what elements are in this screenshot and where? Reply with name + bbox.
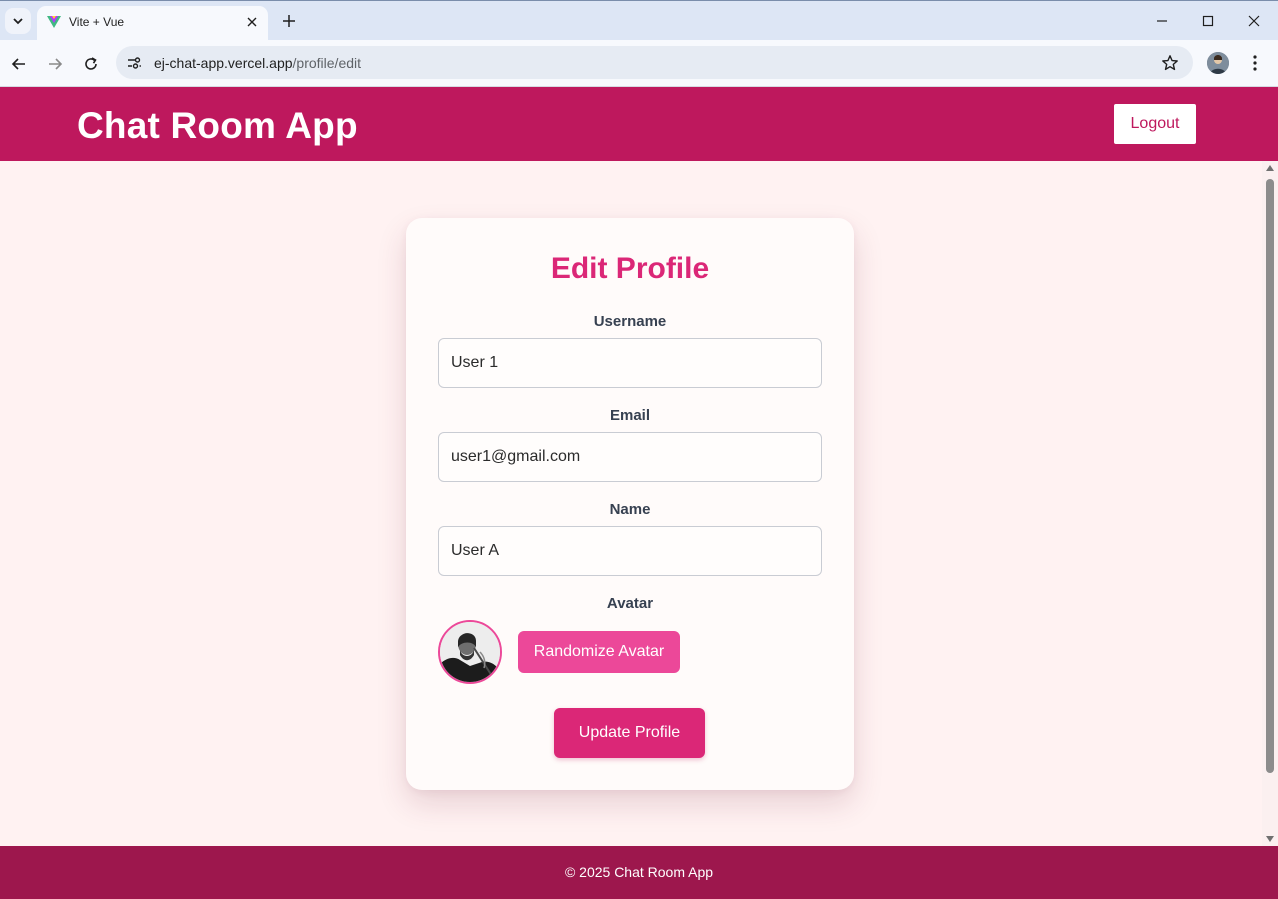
- back-icon: [11, 58, 25, 70]
- email-input[interactable]: [438, 432, 822, 482]
- profile-icon: [1207, 52, 1229, 74]
- new-tab-button[interactable]: [279, 11, 299, 31]
- minimize-button[interactable]: [1150, 9, 1174, 33]
- randomize-avatar-button[interactable]: Randomize Avatar: [518, 631, 680, 673]
- name-input[interactable]: [438, 526, 822, 576]
- update-profile-button[interactable]: Update Profile: [554, 708, 705, 758]
- app-header: Chat Room App Logout: [0, 87, 1278, 161]
- maximize-button[interactable]: [1196, 9, 1220, 33]
- close-icon: [247, 17, 257, 27]
- username-label: Username: [593, 313, 667, 330]
- avatar: [438, 620, 502, 684]
- site-info-button[interactable]: [122, 51, 146, 75]
- browser-tab[interactable]: Vite + Vue: [37, 6, 268, 41]
- email-label: Email: [609, 407, 651, 424]
- app-footer: © 2025 Chat Room App: [0, 846, 1278, 899]
- minimize-icon: [1157, 20, 1167, 22]
- url-path: /profile/edit: [292, 55, 362, 71]
- scrollbar-thumb[interactable]: [1266, 179, 1274, 773]
- url-text: ej-chat-app.vercel.app/profile/edit: [154, 55, 361, 71]
- reload-icon: [85, 57, 97, 70]
- browser-tab-bar: Vite + Vue: [0, 0, 1278, 41]
- edit-profile-card: Edit Profile Username Email Name Avatar …: [406, 218, 854, 790]
- browser-toolbar: ej-chat-app.vercel.app/profile/edit: [0, 40, 1278, 87]
- address-bar[interactable]: ej-chat-app.vercel.app/profile/edit: [116, 46, 1193, 79]
- reload-button[interactable]: [78, 51, 104, 77]
- avatar-label: Avatar: [606, 595, 654, 612]
- plus-icon: [283, 15, 295, 27]
- window-close-button[interactable]: [1242, 9, 1266, 33]
- profile-button[interactable]: [1207, 52, 1229, 74]
- chevron-down-icon: [13, 18, 23, 25]
- avatar-image: [440, 622, 500, 682]
- app-title[interactable]: Chat Room App: [77, 105, 358, 147]
- name-label: Name: [609, 501, 651, 518]
- close-icon: [1248, 15, 1260, 27]
- vue-icon: [47, 16, 61, 28]
- back-button[interactable]: [6, 51, 32, 77]
- tab-close-button[interactable]: [244, 14, 260, 30]
- url-host: ej-chat-app.vercel.app: [154, 55, 293, 71]
- forward-button[interactable]: [42, 51, 68, 77]
- tab-search-button[interactable]: [5, 8, 31, 34]
- footer-copyright: © 2025 Chat Room App: [564, 864, 714, 880]
- scroll-down-arrow[interactable]: [1266, 836, 1274, 842]
- star-icon[interactable]: [1161, 54, 1179, 72]
- forward-icon: [49, 58, 63, 70]
- logout-button[interactable]: Logout: [1114, 104, 1196, 144]
- scroll-up-arrow[interactable]: [1266, 165, 1274, 171]
- page-title: Edit Profile: [550, 252, 710, 285]
- page-scrollbar[interactable]: [1262, 161, 1278, 846]
- browser-menu-button[interactable]: [1245, 52, 1265, 74]
- more-vert-icon: [1253, 55, 1257, 71]
- username-input[interactable]: [438, 338, 822, 388]
- site-info-icon: [128, 57, 141, 69]
- maximize-icon: [1202, 15, 1214, 27]
- tab-title: Vite + Vue: [69, 15, 125, 29]
